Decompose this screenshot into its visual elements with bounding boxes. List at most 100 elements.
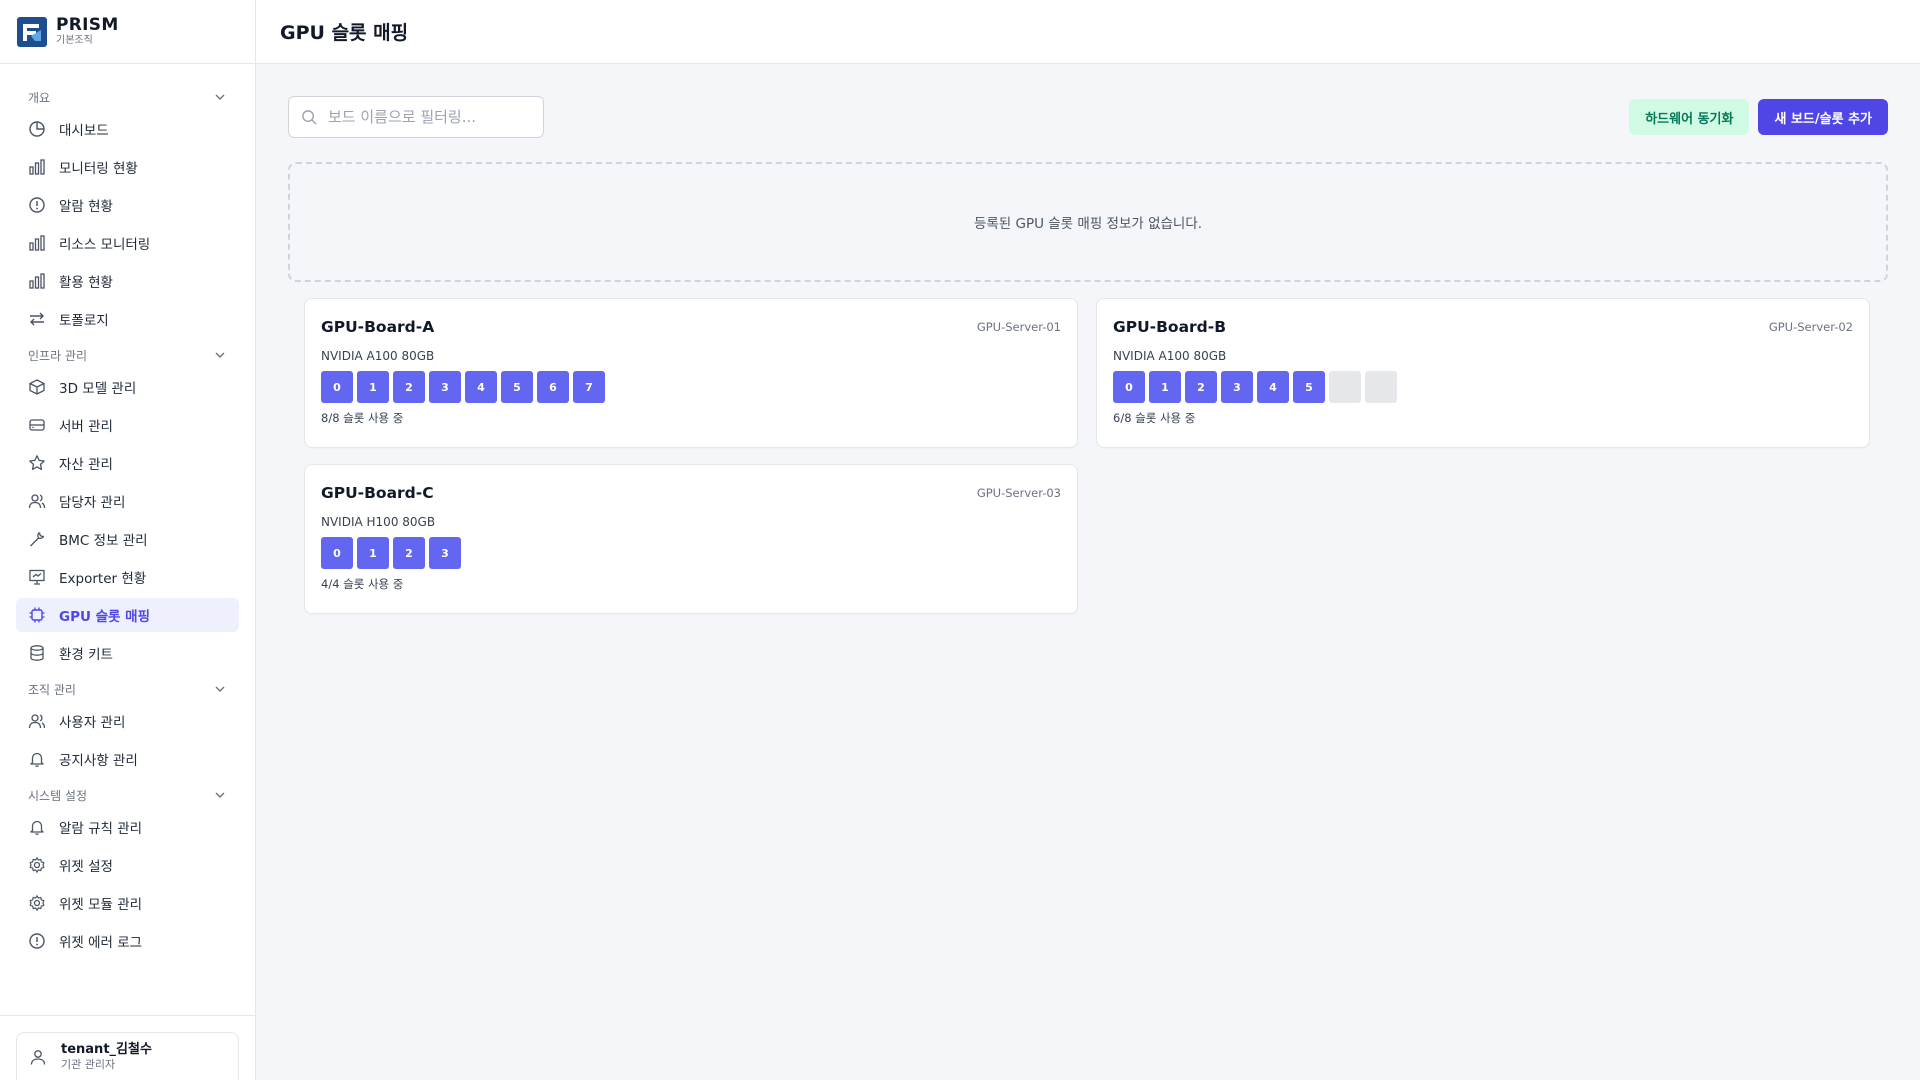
- section-header-overview[interactable]: 개요: [16, 86, 239, 108]
- gpu-slot-used[interactable]: 5: [501, 371, 533, 403]
- section-header-infra[interactable]: 인프라 관리: [16, 344, 239, 366]
- pie-chart-icon: [29, 121, 45, 137]
- user-profile[interactable]: tenant_김철수 기관 관리자: [16, 1032, 239, 1080]
- board-server: GPU-Server-01: [976, 320, 1061, 334]
- chevron-down-icon: [215, 686, 225, 692]
- board-card[interactable]: GPU-Board-B GPU-Server-02 NVIDIA A100 80…: [1096, 298, 1870, 448]
- sidebar-item-resource-monitoring[interactable]: 리소스 모니터링: [16, 226, 239, 260]
- users-icon: [28, 714, 46, 729]
- bar-chart-icon: [29, 273, 45, 289]
- board-card-header: GPU-Board-C GPU-Server-03: [321, 483, 1061, 503]
- gpu-slot-used[interactable]: 1: [357, 537, 389, 569]
- page-title: GPU 슬롯 매핑: [280, 22, 409, 44]
- gpu-slot-used[interactable]: 3: [1221, 371, 1253, 403]
- sidebar-item-monitoring[interactable]: 모니터링 현황: [16, 150, 239, 184]
- sidebar-item-label: 리소스 모니터링: [59, 237, 151, 253]
- add-board-slot-button[interactable]: 새 보드/슬롯 추가: [1758, 99, 1888, 135]
- sidebar-item-widget-settings[interactable]: 위젯 설정: [16, 848, 239, 882]
- board-card-grid: GPU-Board-A GPU-Server-01 NVIDIA A100 80…: [288, 298, 1888, 614]
- brand-name: PRISM: [56, 15, 119, 35]
- sidebar-item-alarm-rules[interactable]: 알람 규칙 관리: [16, 810, 239, 844]
- sidebar-item-label: 서버 관리: [59, 419, 113, 435]
- sidebar-item-dashboard[interactable]: 대시보드: [16, 112, 239, 146]
- board-name: GPU-Board-A: [321, 318, 435, 336]
- user-icon: [30, 1049, 46, 1065]
- gpu-slot-used[interactable]: 2: [393, 537, 425, 569]
- gpu-slot-used[interactable]: 1: [357, 371, 389, 403]
- gpu-slot-used[interactable]: 4: [465, 371, 497, 403]
- sidebar-item-bmc[interactable]: BMC 정보 관리: [16, 522, 239, 556]
- board-filter-input[interactable]: [328, 108, 528, 126]
- section-title: 인프라 관리: [28, 348, 88, 363]
- wrench-icon: [30, 531, 45, 547]
- gpu-slot-used[interactable]: 0: [1113, 371, 1145, 403]
- search-box[interactable]: [288, 96, 544, 138]
- nav-section-system: 시스템 설정 알람 규칙 관리 위젯 설정 위젯 모듈 관리 위젯 에러 로그: [16, 784, 239, 958]
- sidebar-item-users[interactable]: 사용자 관리: [16, 704, 239, 738]
- nav-section-overview: 개요 대시보드 모니터링 현황 알람 현황 리소스 모니터링 활용 현황 토폴로…: [16, 86, 239, 336]
- section-header-org[interactable]: 조직 관리: [16, 678, 239, 700]
- database-icon: [30, 645, 44, 661]
- gear-icon: [29, 895, 45, 911]
- slot-list: 01234567: [321, 371, 1061, 403]
- toolbar: 하드웨어 동기화 새 보드/슬롯 추가: [288, 96, 1888, 138]
- gpu-slot-used[interactable]: 0: [321, 371, 353, 403]
- gpu-slot-empty[interactable]: [1365, 371, 1397, 403]
- sidebar-item-env-kit[interactable]: 환경 키트: [16, 636, 239, 670]
- sidebar-item-label: 위젯 모듈 관리: [59, 897, 143, 913]
- sidebar-item-label: 위젯 에러 로그: [59, 935, 143, 951]
- empty-message: 등록된 GPU 슬롯 매핑 정보가 없습니다.: [973, 216, 1203, 232]
- gpu-slot-used[interactable]: 1: [1149, 371, 1181, 403]
- section-title: 조직 관리: [28, 682, 76, 697]
- gpu-slot-used[interactable]: 2: [393, 371, 425, 403]
- gpu-slot-empty[interactable]: [1329, 371, 1361, 403]
- cpu-chip-icon: [29, 607, 45, 623]
- hardware-sync-button[interactable]: 하드웨어 동기화: [1629, 99, 1750, 135]
- user-name: tenant_김철수: [61, 1041, 152, 1057]
- sidebar-item-widget-modules[interactable]: 위젯 모듈 관리: [16, 886, 239, 920]
- gpu-slot-used[interactable]: 6: [537, 371, 569, 403]
- sidebar-item-managers[interactable]: 담당자 관리: [16, 484, 239, 518]
- arrows-swap-icon: [30, 312, 44, 326]
- bar-chart-icon: [29, 235, 45, 251]
- gpu-slot-used[interactable]: 7: [573, 371, 605, 403]
- slot-usage: 4/4 슬롯 사용 중: [321, 577, 404, 591]
- sidebar-item-topology[interactable]: 토폴로지: [16, 302, 239, 336]
- sidebar-item-gpu-slot-mapping[interactable]: GPU 슬롯 매핑: [16, 598, 239, 632]
- star-icon: [29, 455, 45, 471]
- toolbar-actions: 하드웨어 동기화 새 보드/슬롯 추가: [1629, 99, 1888, 135]
- sidebar-item-notices[interactable]: 공지사항 관리: [16, 742, 239, 776]
- gpu-slot-used[interactable]: 3: [429, 371, 461, 403]
- gpu-slot-used[interactable]: 2: [1185, 371, 1217, 403]
- main-content: 하드웨어 동기화 새 보드/슬롯 추가 등록된 GPU 슬롯 매핑 정보가 없습…: [288, 96, 1888, 614]
- sidebar-item-3d-models[interactable]: 3D 모델 관리: [16, 370, 239, 404]
- sidebar-item-widget-error-log[interactable]: 위젯 에러 로그: [16, 924, 239, 958]
- page-header: GPU 슬롯 매핑: [256, 0, 1920, 64]
- section-title: 개요: [28, 90, 51, 105]
- hard-drive-icon: [29, 419, 45, 431]
- section-header-system[interactable]: 시스템 설정: [16, 784, 239, 806]
- brand[interactable]: PRISM 기본조직: [0, 0, 255, 64]
- sidebar-item-servers[interactable]: 서버 관리: [16, 408, 239, 442]
- sidebar-item-label: 알람 규칙 관리: [59, 821, 143, 837]
- gpu-slot-used[interactable]: 3: [429, 537, 461, 569]
- sidebar-item-label: 위젯 설정: [59, 859, 113, 875]
- gpu-slot-used[interactable]: 0: [321, 537, 353, 569]
- slot-list: 012345: [1113, 371, 1853, 403]
- board-server: GPU-Server-02: [1768, 320, 1853, 334]
- board-card[interactable]: GPU-Board-A GPU-Server-01 NVIDIA A100 80…: [304, 298, 1078, 448]
- sidebar-item-alarms[interactable]: 알람 현황: [16, 188, 239, 222]
- sidebar-item-exporter[interactable]: Exporter 현황: [16, 560, 239, 594]
- bell-icon: [30, 752, 44, 768]
- gpu-slot-used[interactable]: 5: [1293, 371, 1325, 403]
- prism-logo-icon: [17, 16, 47, 47]
- board-card[interactable]: GPU-Board-C GPU-Server-03 NVIDIA H100 80…: [304, 464, 1078, 614]
- sidebar-item-label: 알람 현황: [59, 199, 113, 215]
- gpu-slot-used[interactable]: 4: [1257, 371, 1289, 403]
- sidebar-item-label: 토폴로지: [59, 313, 109, 329]
- gpu-model: NVIDIA A100 80GB: [1113, 349, 1227, 363]
- sidebar-item-utilization[interactable]: 활용 현황: [16, 264, 239, 298]
- sidebar-item-assets[interactable]: 자산 관리: [16, 446, 239, 480]
- board-server: GPU-Server-03: [976, 486, 1061, 500]
- board-card-header: GPU-Board-B GPU-Server-02: [1113, 317, 1853, 337]
